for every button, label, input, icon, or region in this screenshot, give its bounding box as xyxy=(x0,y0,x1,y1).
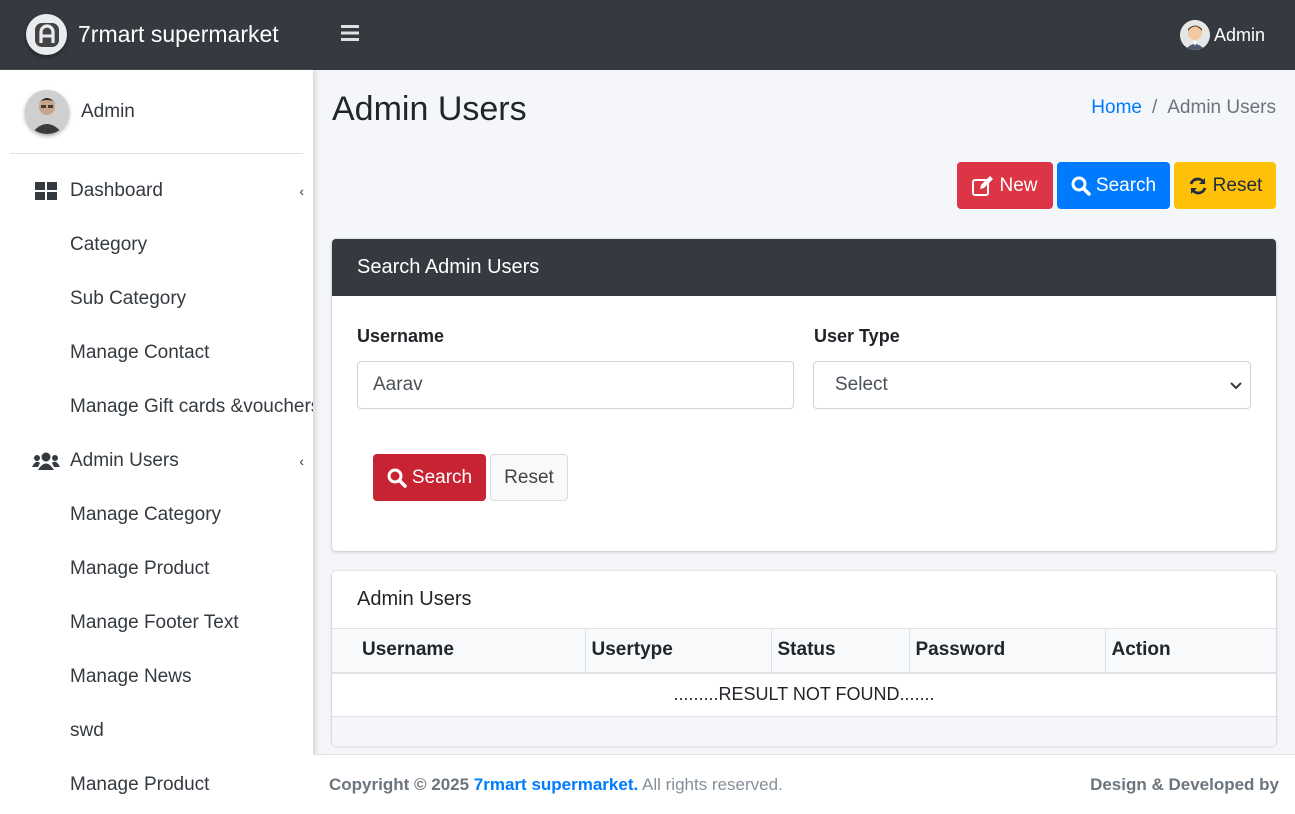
search-submit-label: Search xyxy=(411,466,473,488)
sidebar-item-label: Manage Gift cards &vouchers xyxy=(70,396,313,417)
sidebar-item-admin-users[interactable]: Admin Users ‹ xyxy=(0,434,313,488)
user-type-label: User Type xyxy=(814,326,900,346)
sidebar-item-manage-footer-text[interactable]: Manage Footer Text xyxy=(0,596,313,650)
table-header-row: Username Usertype Status Password Action xyxy=(332,628,1276,674)
table-row: .........RESULT NOT FOUND....... xyxy=(332,672,1276,717)
sidebar-item-swd[interactable]: swd xyxy=(0,704,313,758)
admin-users-table-card: Admin Users Username Usertype Status Pas… xyxy=(332,571,1276,746)
sidebar-item-label: Manage Product xyxy=(70,774,210,795)
breadcrumb-separator: / xyxy=(1151,97,1158,118)
search-admin-users-card: Search Admin Users Username Aarav User T… xyxy=(332,239,1276,551)
user-avatar xyxy=(1179,20,1210,50)
sidebar-item-dashboard[interactable]: Dashboard ‹ xyxy=(0,164,313,218)
user-menu[interactable]: Admin xyxy=(1179,20,1265,50)
table-card-footer xyxy=(332,717,1276,746)
search-card-title: Search Admin Users xyxy=(332,239,1276,296)
sidebar-item-manage-contact[interactable]: Manage Contact xyxy=(0,326,313,380)
sidebar-avatar xyxy=(25,89,69,134)
username-label: Username xyxy=(357,326,445,346)
brand-logo-icon xyxy=(26,14,67,55)
dashboard-icon xyxy=(32,182,60,200)
user-menu-label: Admin xyxy=(1213,24,1265,45)
search-submit-button[interactable]: Search xyxy=(373,454,486,501)
sidebar-item-category[interactable]: Category xyxy=(0,218,313,272)
copyright-prefix: Copyright © 2025 xyxy=(329,774,470,794)
column-header-usertype: Usertype xyxy=(584,628,772,674)
refresh-icon xyxy=(1189,177,1207,194)
sidebar-item-label: Admin Users xyxy=(70,450,179,471)
copyright-text: Copyright © 2025 7rmart supermarket. All… xyxy=(329,775,783,795)
content-header: Admin Users Home / Admin Users xyxy=(332,90,1276,129)
sidebar-item-label: Manage Footer Text xyxy=(70,612,239,633)
brand-link[interactable]: 7rmart supermarket xyxy=(0,0,313,70)
footer-brand-link[interactable]: 7rmart supermarket. xyxy=(474,775,638,794)
username-input[interactable]: Aarav xyxy=(357,361,794,409)
brand-name: 7rmart supermarket xyxy=(78,21,279,47)
search-toggle-button[interactable]: Search xyxy=(1057,162,1170,209)
column-header-action: Action xyxy=(1104,628,1276,674)
sidebar-item-manage-product-2[interactable]: Manage Product xyxy=(0,758,313,812)
sidebar-user-panel[interactable]: Admin xyxy=(10,70,303,154)
user-type-select-value: Select xyxy=(835,374,888,395)
sidebar-user-name: Admin xyxy=(81,100,135,122)
sidebar-item-manage-category[interactable]: Manage Category xyxy=(0,488,313,542)
chevron-left-icon: ‹ xyxy=(299,183,304,199)
admin-users-table: Username Usertype Status Password Action… xyxy=(332,628,1276,717)
breadcrumb-current: Admin Users xyxy=(1167,97,1276,118)
sidebar-item-label: Dashboard xyxy=(70,180,163,201)
sidebar-item-label: Sub Category xyxy=(70,288,187,309)
action-buttons: New Search Reset xyxy=(957,162,1276,209)
sidebar: Admin Dashboard ‹ Category Sub Category … xyxy=(0,70,313,814)
sidebar-item-label: Manage Contact xyxy=(70,342,210,363)
table-card-title: Admin Users xyxy=(357,588,472,610)
user-type-select[interactable]: Select xyxy=(813,361,1251,409)
breadcrumb: Home / Admin Users xyxy=(1091,97,1276,119)
sidebar-item-label: Category xyxy=(70,234,148,255)
sidebar-item-label: swd xyxy=(70,720,104,741)
search-reset-button[interactable]: Reset xyxy=(490,454,568,501)
footer-rights: All rights reserved. xyxy=(642,774,783,794)
new-button[interactable]: New xyxy=(957,162,1053,209)
users-icon xyxy=(32,452,60,470)
new-button-label: New xyxy=(999,174,1038,196)
username-input-value: Aarav xyxy=(373,374,423,395)
reset-top-label: Reset xyxy=(1212,174,1263,196)
chevron-down-icon xyxy=(1230,374,1242,396)
hamburger-icon[interactable] xyxy=(341,21,361,49)
breadcrumb-home-link[interactable]: Home xyxy=(1091,97,1142,118)
column-header-status: Status xyxy=(770,628,910,674)
page-footer: Copyright © 2025 7rmart supermarket. All… xyxy=(313,754,1295,814)
column-header-username: Username xyxy=(332,628,586,674)
sidebar-nav: Dashboard ‹ Category Sub Category Manage… xyxy=(0,154,313,812)
sidebar-item-label: Manage Product xyxy=(70,558,210,579)
sidebar-item-sub-category[interactable]: Sub Category xyxy=(0,272,313,326)
sidebar-item-manage-news[interactable]: Manage News xyxy=(0,650,313,704)
empty-result-message: .........RESULT NOT FOUND....... xyxy=(332,672,1276,717)
search-toggle-label: Search xyxy=(1095,174,1157,196)
sidebar-item-manage-product[interactable]: Manage Product xyxy=(0,542,313,596)
edit-icon xyxy=(972,175,994,196)
chevron-left-icon: ‹ xyxy=(299,453,304,469)
sidebar-item-gift-cards[interactable]: Manage Gift cards &vouchers xyxy=(0,380,313,434)
reset-top-button[interactable]: Reset xyxy=(1174,162,1276,209)
sidebar-item-label: Manage Category xyxy=(70,504,222,525)
column-header-password: Password xyxy=(908,628,1106,674)
footer-credit: Design & Developed by xyxy=(1090,774,1279,794)
search-icon xyxy=(387,468,407,488)
sidebar-item-label: Manage News xyxy=(70,666,192,687)
top-navbar: Admin xyxy=(313,0,1295,70)
search-icon xyxy=(1071,176,1091,196)
